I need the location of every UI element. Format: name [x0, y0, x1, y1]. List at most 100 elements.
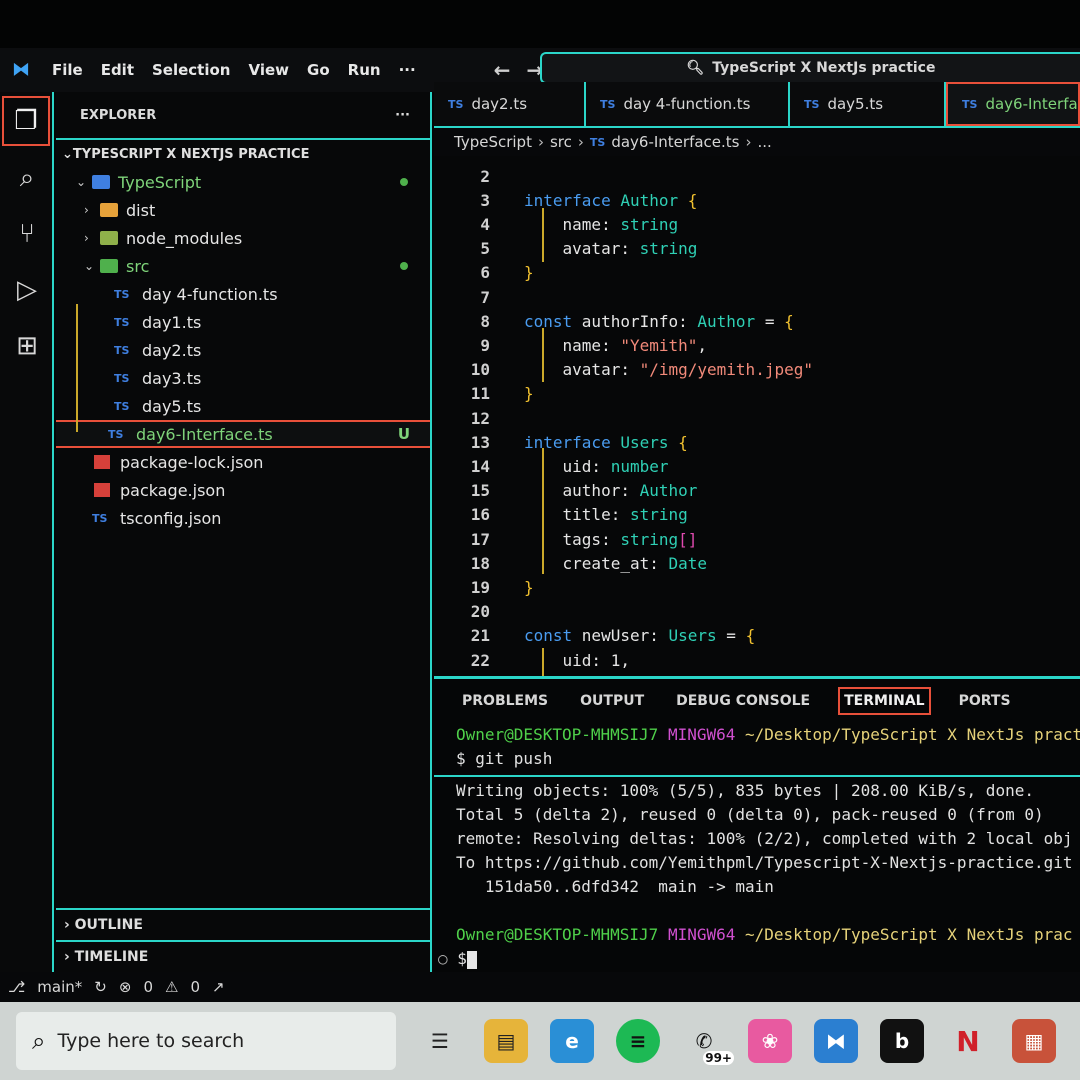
workspace-root-label: TYPESCRIPT X NEXTJS PRACTICE [72, 146, 310, 162]
menu-file[interactable]: File [52, 61, 83, 79]
file-item[interactable]: package.json [56, 476, 430, 504]
line-number: 2 [480, 166, 490, 186]
tab-day2[interactable]: TS day2.ts [434, 82, 586, 126]
taskbar-search-placeholder: Type here to search [57, 1030, 245, 1052]
terminal-input-line[interactable]: ○ $ [434, 949, 1080, 973]
code-token: create_at: [524, 553, 669, 573]
code-text: title: string [524, 505, 688, 524]
explorer-title: EXPLORER [80, 107, 157, 123]
file-item[interactable]: TS tsconfig.json [56, 504, 430, 532]
tab-terminal[interactable]: TERMINAL [838, 687, 931, 715]
code-token: string [620, 529, 679, 549]
folder-typescript[interactable]: ⌄ TypeScript [56, 168, 430, 196]
outline-section[interactable]: › OUTLINE [56, 908, 432, 940]
explorer-icon[interactable]: ❐ [2, 96, 50, 146]
whatsapp-icon[interactable]: ✆ 99+ [682, 1019, 734, 1065]
code-token: = [764, 311, 785, 331]
branch-label[interactable]: main* [37, 978, 82, 996]
file-item-selected[interactable]: TS day6-Interface.ts U [56, 420, 430, 448]
error-count[interactable]: 0 [143, 978, 153, 996]
tab-problems[interactable]: PROBLEMS [458, 689, 552, 713]
menu-selection[interactable]: Selection [152, 61, 230, 79]
edge-browser-icon[interactable]: e [550, 1019, 594, 1063]
terminal-output-line: 151da50..6dfd342 main -> main [456, 877, 774, 896]
folder-dist[interactable]: › dist [56, 196, 430, 224]
code-text: const newUser: Users = { [524, 626, 755, 645]
tab-day6-interface[interactable]: TS day6-Interfac [946, 82, 1080, 126]
menu-view[interactable]: View [248, 61, 289, 79]
typescript-file-icon: TS [114, 287, 130, 301]
run-debug-icon[interactable]: ▷ [0, 262, 54, 318]
explorer-more-button[interactable]: ··· [395, 108, 410, 123]
chevron-down-icon: ⌄ [84, 259, 95, 273]
workspace-root[interactable]: ⌄ TYPESCRIPT X NEXTJS PRACTICE [56, 138, 430, 168]
prompt-path: ~/Desktop/TypeScript X NextJs prac [745, 925, 1073, 944]
terminal-command: $ git push [456, 749, 553, 768]
tab-day5[interactable]: TS day5.ts [790, 82, 946, 126]
extensions-icon[interactable]: ⊞ [0, 318, 54, 374]
tab-day4-function[interactable]: TS day 4-function.ts [586, 82, 790, 126]
terminal[interactable]: Owner@DESKTOP-MHMSIJ7 MINGW64 ~/Desktop/… [434, 725, 1080, 975]
file-item[interactable]: package-lock.json [56, 448, 430, 476]
typescript-file-icon: TS [114, 399, 130, 413]
sync-icon[interactable]: ↻ [94, 978, 107, 996]
line-number: 4 [480, 214, 490, 234]
code-text: } [524, 384, 534, 403]
line-number: 15 [470, 481, 490, 501]
tab-debug-console[interactable]: DEBUG CONSOLE [672, 689, 814, 713]
typescript-file-icon: TS [114, 315, 130, 329]
file-explorer-icon[interactable]: ▤ [484, 1019, 528, 1063]
menu-go[interactable]: Go [307, 61, 330, 79]
file-item[interactable]: TS day1.ts [56, 308, 430, 336]
menu-more-button[interactable]: ··· [399, 61, 416, 79]
code-text: create_at: Date [524, 553, 708, 573]
typescript-file-icon: TS [114, 371, 130, 385]
taskbar-search[interactable]: ⌕ Type here to search [16, 1012, 396, 1070]
code-line: 20 [434, 600, 1080, 624]
windows-taskbar: ⌕ Type here to search ☰ ▤ e ≡ ✆ 99+ ❀ ⧓ b… [0, 1002, 1080, 1080]
file-item[interactable]: TS day3.ts [56, 364, 430, 392]
code-line: 6} [434, 261, 1080, 285]
copilot-icon[interactable]: ❀ [748, 1019, 792, 1063]
ports-icon[interactable]: ↗ [212, 978, 225, 996]
chevron-right-icon: › [84, 231, 89, 245]
tsconfig-file-icon: TS [92, 511, 108, 525]
tab-output[interactable]: OUTPUT [576, 689, 648, 713]
breadcrumb-item[interactable]: day6-Interface.ts [611, 133, 739, 151]
chevron-right-icon: › [577, 133, 584, 151]
file-item[interactable]: TS day 4-function.ts [56, 280, 430, 308]
screen-bezel [0, 0, 1080, 48]
file-label: day 4-function.ts [142, 284, 278, 304]
breadcrumb-item[interactable]: ... [757, 133, 771, 151]
bing-icon[interactable]: b [880, 1019, 924, 1063]
command-center-search[interactable]: 🔍︎ TypeScript X NextJs practice [540, 52, 1080, 84]
search-icon[interactable]: ⌕ [0, 150, 54, 206]
folder-node-modules[interactable]: › node_modules [56, 224, 430, 252]
source-control-icon[interactable]: ⑂ [0, 206, 54, 262]
folder-src[interactable]: ⌄ src [56, 252, 430, 280]
activity-bar: ❐ ⌕ ⑂ ▷ ⊞ [0, 92, 54, 972]
breadcrumb-item[interactable]: TypeScript [454, 133, 532, 151]
vscode-icon[interactable]: ⧓ [814, 1019, 858, 1063]
file-item[interactable]: TS day2.ts [56, 336, 430, 364]
prompt-path: ~/Desktop/TypeScript X NextJs pract [745, 725, 1080, 744]
timeline-section[interactable]: › TIMELINE [56, 940, 432, 972]
netflix-icon[interactable]: N [946, 1019, 990, 1063]
code-token: { [784, 311, 794, 331]
typescript-file-icon: TS [108, 427, 124, 441]
warning-count[interactable]: 0 [190, 978, 200, 996]
menu-edit[interactable]: Edit [101, 61, 134, 79]
breadcrumb-item[interactable]: src [550, 133, 572, 151]
code-token: number [610, 456, 669, 476]
file-item[interactable]: TS day5.ts [56, 392, 430, 420]
spotify-icon[interactable]: ≡ [616, 1019, 660, 1063]
game-icon[interactable]: ▦ [1012, 1019, 1056, 1063]
back-arrow-icon[interactable]: ← [494, 58, 511, 82]
code-editor[interactable]: 2 3 interface Author {4 name: string 5 avat… [434, 156, 1080, 676]
code-token: string [629, 505, 688, 525]
line-number: 19 [470, 577, 490, 597]
menu-run[interactable]: Run [348, 61, 381, 79]
tab-ports[interactable]: PORTS [955, 689, 1015, 713]
folder-label: src [126, 256, 150, 276]
task-view-icon[interactable]: ☰ [418, 1019, 462, 1063]
